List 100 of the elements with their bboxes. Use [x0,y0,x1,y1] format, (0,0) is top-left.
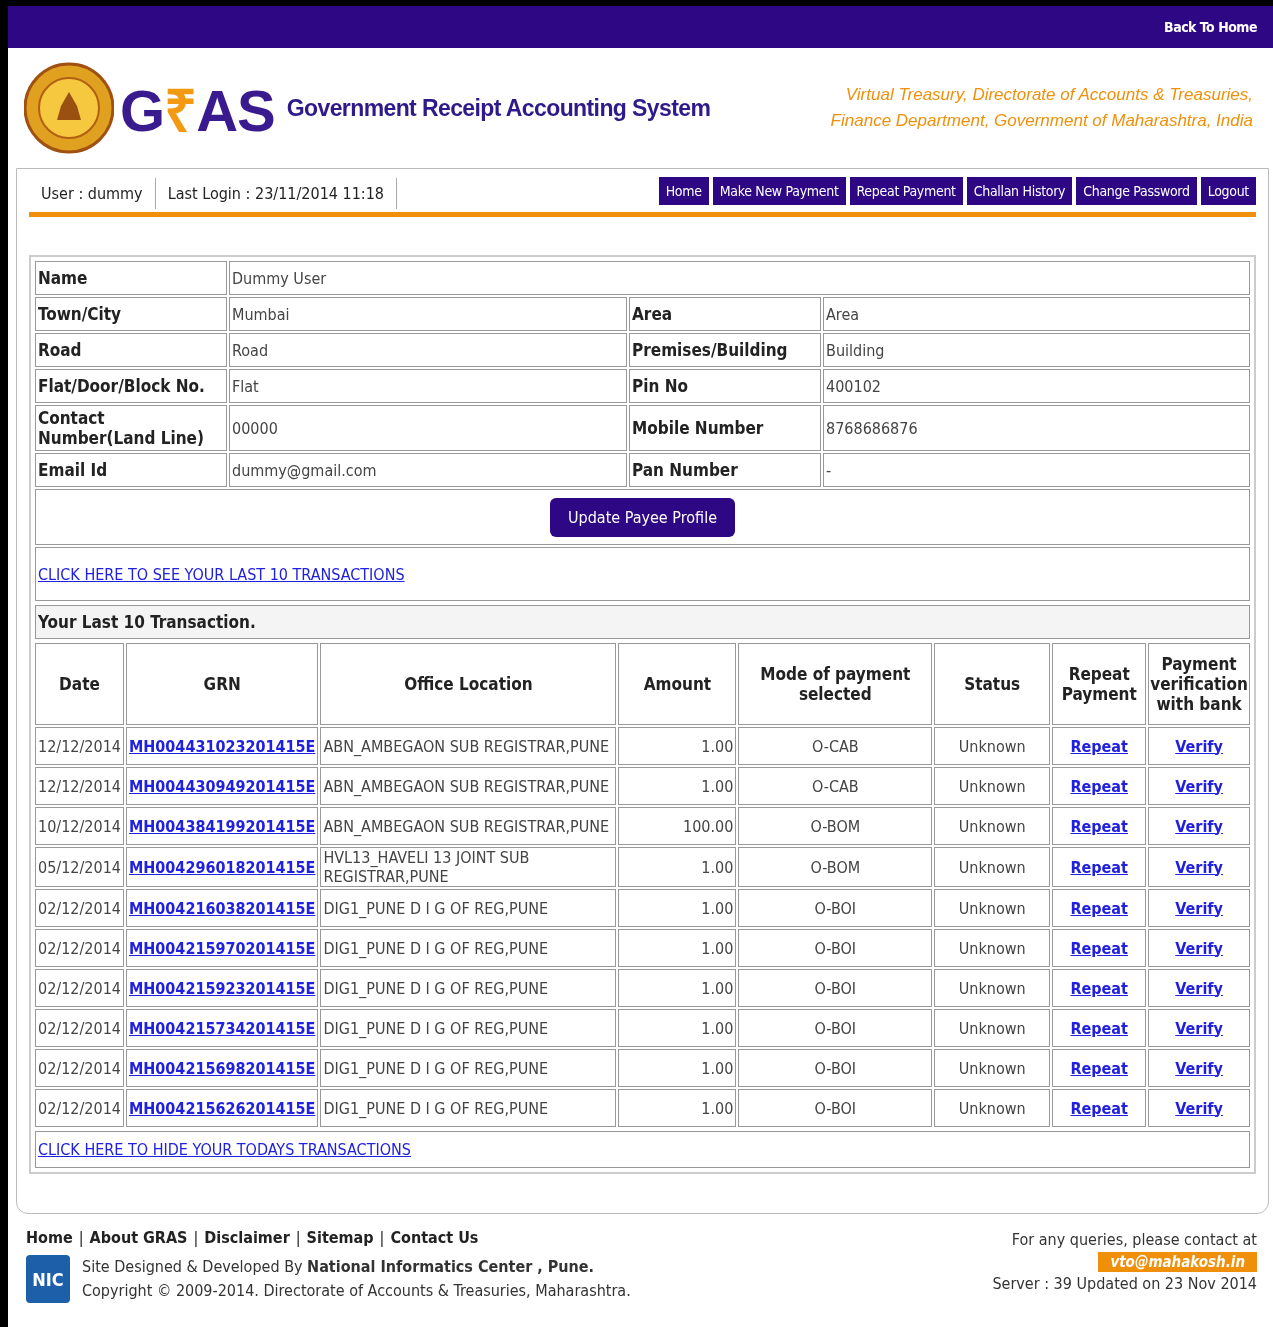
nav-button[interactable]: Challan History [966,176,1073,205]
office-cell: DIG1_PUNE D I G OF REG,PUNE [323,978,549,998]
field-value: dummy@gmail.com [229,453,627,487]
office-cell: HVL13_HAVELI 13 JOINT SUB REGISTRAR,PUNE [323,848,530,886]
separator: | [295,1228,301,1247]
column-header: Office Location [320,643,617,725]
column-header: Amount [618,643,737,725]
mode-cell: O-BOI [814,978,857,998]
field-label: Area [629,297,821,331]
credit-text: Site Designed & Developed By National Informatics Center , Pune. [82,1256,596,1278]
amount-cell: 1.00 [701,1018,734,1038]
status-cell: Unknown [958,898,1026,918]
update-payee-profile-button[interactable]: Update Payee Profile [550,497,735,537]
server-text: Server : 39 Updated on 23 Nov 2014 [992,1273,1257,1295]
mode-cell: O-CAB [811,736,859,756]
office-cell: ABN_AMBEGAON SUB REGISTRAR,PUNE [323,816,610,836]
field-label: Pan Number [629,453,821,487]
field-value: Building [823,333,1250,367]
separator: | [379,1228,385,1247]
mode-cell: O-BOM [810,816,861,836]
field-label: Town/City [35,297,227,331]
footer-link[interactable]: Home [26,1228,73,1247]
field-label: Name [35,261,227,295]
last-login-label: Last Login : 23/11/2014 11:18 [155,178,397,209]
mode-cell: O-CAB [811,776,859,796]
field-label: Contact Number(Land Line) [35,405,227,451]
field-value: 00000 [229,405,627,451]
hide-transactions-link[interactable]: CLICK HERE TO HIDE YOUR TODAYS TRANSACTIONS [38,1140,411,1159]
organization-line: Virtual Treasury, Directorate of Accounts & Treasuries, [844,84,1253,106]
field-label: Premises/Building [629,333,821,367]
office-cell: ABN_AMBEGAON SUB REGISTRAR,PUNE [323,736,610,756]
query-text: For any queries, please contact at [1011,1229,1257,1251]
field-value: 8768686876 [823,405,1250,451]
nav-button[interactable]: Home [658,176,709,205]
column-header: Mode of payment selected [738,643,933,725]
nic-logo: NIC [26,1255,70,1303]
status-cell: Unknown [958,776,1026,796]
amount-cell: 1.00 [701,857,734,877]
field-label: Flat/Door/Block No. [35,369,227,403]
footer-link[interactable]: Disclaimer [204,1228,290,1247]
office-cell: DIG1_PUNE D I G OF REG,PUNE [323,1058,549,1078]
transactions-title: Your Last 10 Transaction. [35,605,1250,639]
date-cell: 12/12/2014 [38,776,121,796]
mode-cell: O-BOI [814,1058,857,1078]
field-value: Road [229,333,627,367]
organization-line: Finance Department, Government of Maharashtra, India [830,110,1253,132]
nav-button[interactable]: Change Password [1076,176,1197,205]
separator: | [78,1228,84,1247]
status-cell: Unknown [958,736,1026,756]
mode-cell: O-BOI [814,1018,857,1038]
field-value: Mumbai [229,297,627,331]
date-cell: 02/12/2014 [38,938,121,958]
status-cell: Unknown [958,816,1026,836]
mode-cell: O-BOI [814,938,857,958]
date-cell: 02/12/2014 [38,1098,121,1118]
field-value: Area [823,297,1250,331]
date-cell: 02/12/2014 [38,978,121,998]
date-cell: 02/12/2014 [38,1018,121,1038]
mode-cell: O-BOM [810,857,861,877]
footer-link[interactable]: Sitemap [306,1228,374,1247]
status-cell: Unknown [958,938,1026,958]
mode-cell: O-BOI [814,1098,857,1118]
date-cell: 10/12/2014 [38,816,121,836]
date-cell: 02/12/2014 [38,1058,121,1078]
system-name: Government Receipt Accounting System [286,94,711,122]
office-cell: DIG1_PUNE D I G OF REG,PUNE [323,898,549,918]
footer-link[interactable]: About GRAS [89,1228,188,1247]
date-cell: 05/12/2014 [38,857,121,877]
field-label: Email Id [35,453,227,487]
footer-link[interactable]: Contact Us [390,1228,479,1247]
status-cell: Unknown [958,1098,1026,1118]
field-value: - [823,453,1250,487]
status-cell: Unknown [958,978,1026,998]
amount-cell: 1.00 [701,1098,734,1118]
date-cell: 12/12/2014 [38,736,121,756]
column-header: GRN [125,643,319,725]
separator: | [193,1228,199,1247]
nav-button[interactable]: Repeat Payment [849,176,963,205]
date-cell: 02/12/2014 [38,898,121,918]
gras-logo: G₹AS [120,76,275,145]
status-cell: Unknown [958,1018,1026,1038]
back-to-home-link[interactable]: Back To Home [1164,19,1257,35]
nav-button[interactable]: Make New Payment [712,176,846,205]
amount-cell: 1.00 [701,898,734,918]
amount-cell: 1.00 [701,1058,734,1078]
office-cell: DIG1_PUNE D I G OF REG,PUNE [323,938,549,958]
column-header: Payment verification with bank [1148,643,1250,725]
nav-button[interactable]: Logout [1200,176,1256,205]
column-header: Status [934,643,1051,725]
show-transactions-link[interactable]: CLICK HERE TO SEE YOUR LAST 10 TRANSACTIONS [38,565,405,584]
user-label: User : dummy [29,178,156,209]
amount-cell: 1.00 [701,978,734,998]
amount-cell: 1.00 [701,736,734,756]
field-label: Pin No [629,369,821,403]
office-cell: DIG1_PUNE D I G OF REG,PUNE [323,1098,549,1118]
column-header: Date [35,643,124,725]
mode-cell: O-BOI [814,898,857,918]
status-cell: Unknown [958,857,1026,877]
status-cell: Unknown [958,1058,1026,1078]
column-header: Repeat Payment [1052,643,1147,725]
